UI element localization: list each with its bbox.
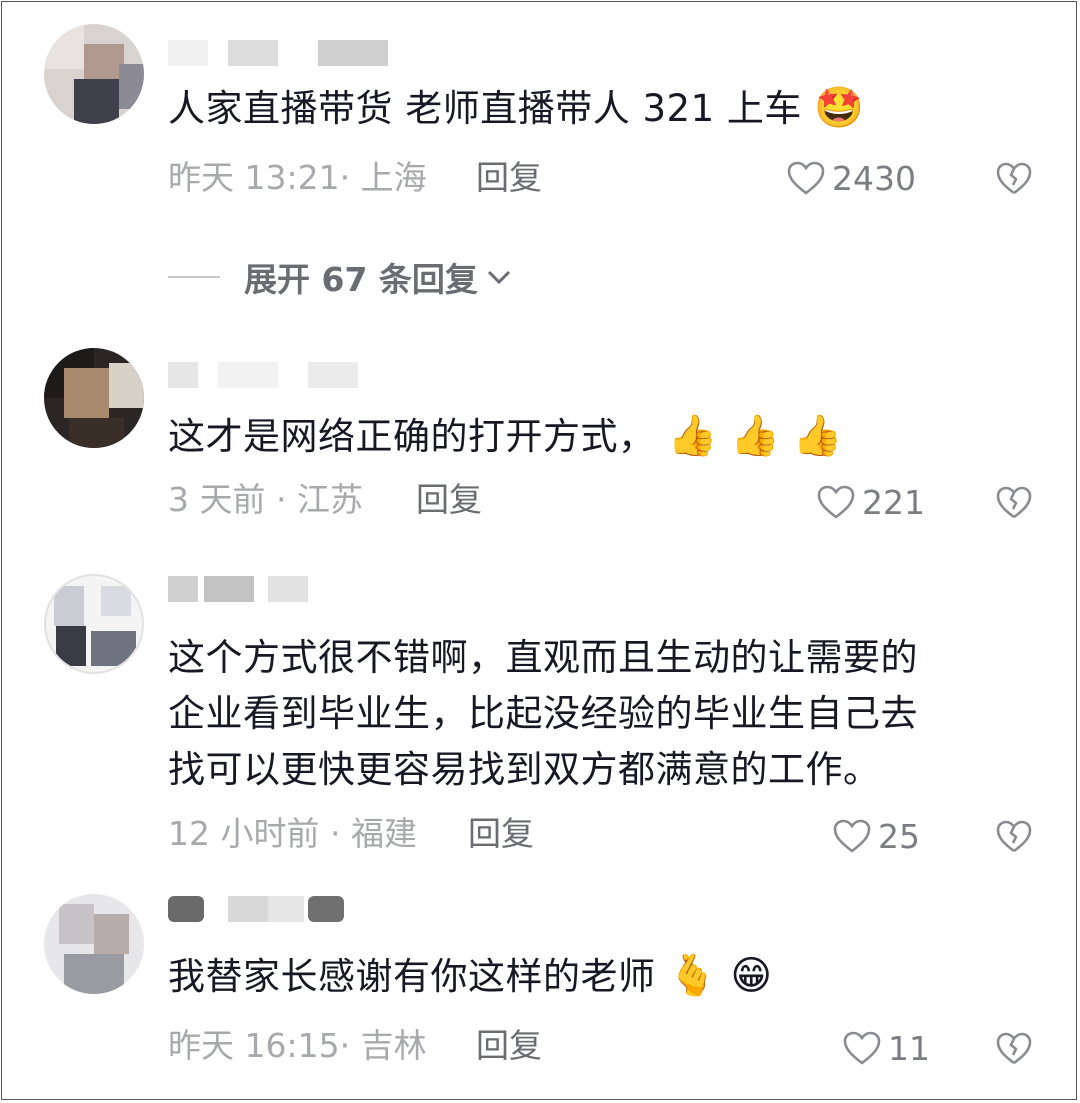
comment-time-location: 3 天前 · 江苏: [168, 480, 363, 519]
reply-button[interactable]: 回复: [468, 812, 534, 856]
like-count: 2430: [832, 158, 916, 198]
broken-heart-icon[interactable]: [994, 816, 1034, 856]
broken-heart-icon[interactable]: [994, 158, 1034, 198]
comment-text-line: 这个方式很不错啊，直观而且生动的让需要的: [168, 636, 918, 679]
comment-text-body: 这才是网络正确的打开方式，: [168, 415, 656, 458]
like-button[interactable]: 221: [816, 480, 925, 524]
chevron-down-icon: [487, 270, 510, 285]
username-redacted[interactable]: [168, 896, 348, 926]
comment-text-body: 我替家长感谢有你这样的老师: [168, 955, 656, 998]
finger-heart-emoji-icon: 🫰: [667, 953, 719, 999]
expand-replies-label: 展开 67 条回复: [244, 260, 478, 299]
like-button[interactable]: 2430: [786, 156, 916, 200]
thumbs-up-emoji-icon: 👍: [667, 413, 719, 459]
comment-time-location: 昨天 13:21· 上海: [168, 158, 427, 197]
like-button[interactable]: 25: [832, 814, 920, 858]
heart-icon: [833, 819, 871, 853]
comment-text: 这才是网络正确的打开方式， 👍 👍 👍: [168, 408, 1028, 465]
comment-text-line: 企业看到毕业生，比起没经验的毕业生自己去: [168, 692, 918, 735]
broken-heart-icon[interactable]: [994, 482, 1034, 522]
star-eyes-emoji-icon: 🤩: [814, 85, 865, 131]
avatar[interactable]: [44, 574, 144, 674]
heart-icon: [787, 161, 825, 195]
like-count: 11: [888, 1028, 930, 1068]
username-redacted[interactable]: [168, 362, 368, 392]
like-button[interactable]: 11: [842, 1026, 930, 1070]
avatar[interactable]: [44, 894, 144, 994]
avatar[interactable]: [44, 24, 144, 124]
avatar[interactable]: [44, 348, 144, 448]
expand-divider: [168, 276, 220, 278]
grinning-face-emoji-icon: 😁: [730, 953, 773, 999]
expand-replies-button[interactable]: 展开 67 条回复: [168, 255, 514, 299]
comment-time-location: 昨天 16:15· 吉林: [168, 1026, 427, 1065]
reply-button[interactable]: 回复: [476, 156, 542, 200]
reply-button[interactable]: 回复: [416, 478, 482, 522]
like-count: 25: [878, 816, 920, 856]
comment-time-location: 12 小时前 · 福建: [168, 814, 417, 853]
like-count: 221: [862, 482, 925, 522]
heart-icon: [817, 485, 855, 519]
comment-text: 这个方式很不错啊，直观而且生动的让需要的 企业看到毕业生，比起没经验的毕业生自己…: [168, 630, 1028, 798]
broken-heart-icon[interactable]: [994, 1028, 1034, 1068]
comment-text-line: 找可以更快更容易找到双方都满意的工作。: [168, 748, 881, 791]
username-redacted[interactable]: [168, 40, 388, 70]
comment-text: 我替家长感谢有你这样的老师 🫰 😁: [168, 948, 1028, 1005]
thumbs-up-emoji-icon: 👍: [730, 413, 781, 459]
reply-button[interactable]: 回复: [476, 1024, 542, 1068]
comment-text: 人家直播带货 老师直播带人 321 上车 🤩: [168, 80, 1028, 137]
heart-icon: [843, 1031, 881, 1065]
thumbs-up-emoji-icon: 👍: [792, 413, 844, 459]
comment-text-body: 人家直播带货 老师直播带人 321 上车: [168, 87, 802, 130]
username-redacted[interactable]: [168, 576, 348, 606]
